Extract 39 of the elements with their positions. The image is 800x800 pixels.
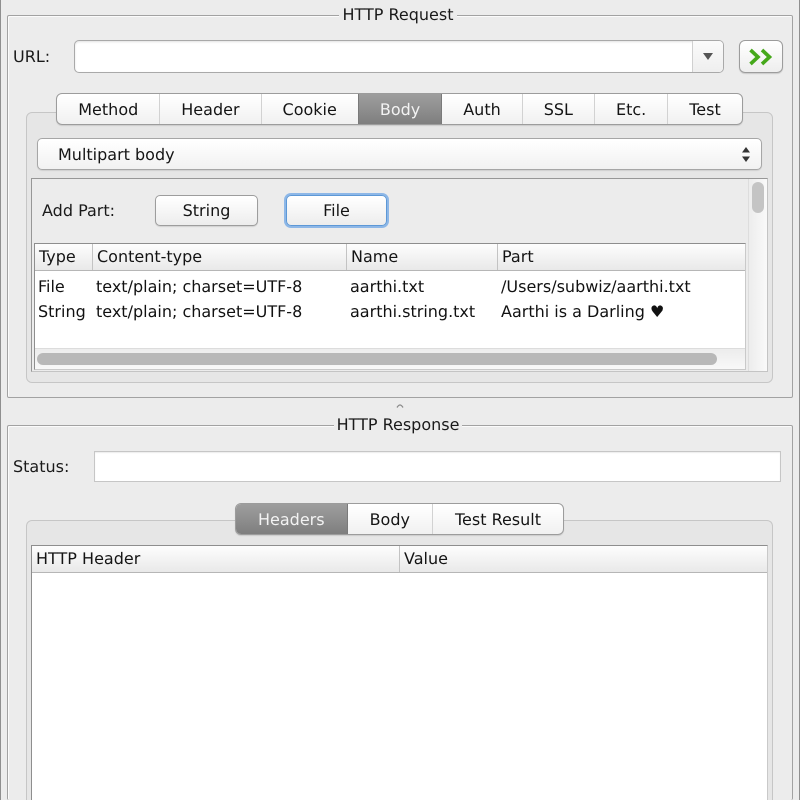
url-label: URL: <box>13 47 52 66</box>
table-cell-text: aarthi.txt <box>349 276 426 298</box>
url-field[interactable] <box>74 40 724 73</box>
table-cell-text: /Users/subwiz/aarthi.txt <box>500 276 692 298</box>
tab[interactable]: Method <box>57 94 160 124</box>
column-header[interactable]: Content-type <box>93 244 347 270</box>
run-button[interactable] <box>739 40 783 73</box>
table-cell-text: text/plain; charset=UTF-8 <box>95 276 304 298</box>
group-title: HTTP Response <box>334 415 462 435</box>
tab[interactable]: Body <box>346 504 432 534</box>
table-cell-text: aarthi.string.txt <box>349 301 476 323</box>
group-title: HTTP Request <box>339 5 457 25</box>
caret-icon[interactable] <box>703 53 713 60</box>
add-part-label: Add Part: <box>42 201 116 220</box>
status-field[interactable] <box>94 451 781 482</box>
vertical-scrollbar[interactable] <box>748 179 767 371</box>
tab[interactable]: Header <box>159 94 261 124</box>
tab[interactable]: Etc. <box>594 94 668 124</box>
column-header[interactable]: Value <box>400 546 767 572</box>
body-type-dropdown[interactable]: Multipart body <box>37 138 762 170</box>
column-header[interactable]: Part <box>498 244 745 270</box>
table-cell-text: File <box>37 276 66 298</box>
add-part-button[interactable]: File <box>286 195 387 226</box>
scrollbar-thumb[interactable] <box>752 182 764 213</box>
scrollbar-thumb[interactable] <box>37 353 717 365</box>
column-header[interactable]: Name <box>347 244 498 270</box>
add-part-button[interactable]: String <box>155 195 258 226</box>
table-cell-text: String <box>37 301 87 323</box>
table-cell-text: Aarthi is a Darling ♥ <box>500 301 666 323</box>
horizontal-scrollbar[interactable] <box>35 348 745 369</box>
column-header[interactable]: Type <box>35 244 93 270</box>
status-label: Status: <box>13 457 70 476</box>
table-cell-text: text/plain; charset=UTF-8 <box>95 301 304 323</box>
tab[interactable]: Auth <box>441 94 522 124</box>
up-down-arrows-icon <box>742 146 750 162</box>
splitter-grip-icon[interactable] <box>396 403 404 408</box>
column-header[interactable]: HTTP Header <box>32 546 400 572</box>
double-chevron-icon <box>748 48 774 66</box>
tab[interactable]: SSL <box>522 94 594 124</box>
